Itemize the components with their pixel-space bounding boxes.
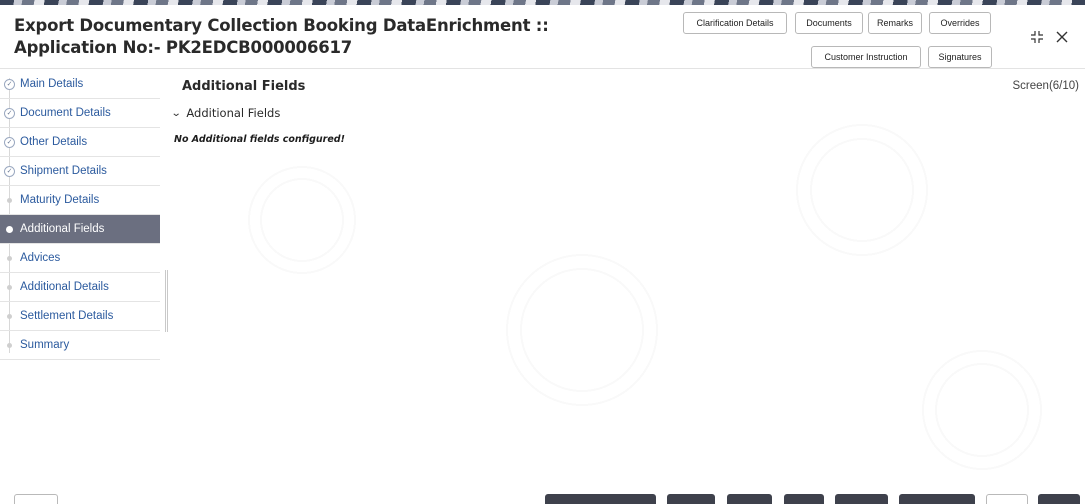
check-icon: ✓ — [4, 166, 15, 177]
footer-button-3[interactable] — [727, 494, 772, 504]
footer-button-5[interactable] — [835, 494, 888, 504]
sidebar-item-label: Main Details — [20, 78, 84, 90]
step-dot-icon — [7, 314, 12, 319]
check-icon: ✓ — [4, 137, 15, 148]
sidebar-item-additional-details[interactable]: Additional Details — [0, 273, 160, 302]
step-dot-icon — [7, 198, 12, 203]
sidebar-item-label: Other Details — [20, 136, 88, 148]
sidebar-item-shipment-details[interactable]: ✓ Shipment Details — [0, 157, 160, 186]
overrides-button[interactable]: Overrides — [929, 12, 991, 34]
sidebar-item-label: Additional Fields — [20, 223, 105, 235]
customer-instruction-button[interactable]: Customer Instruction — [811, 46, 921, 68]
sidebar-item-other-details[interactable]: ✓ Other Details — [0, 128, 160, 157]
main-content: Additional Fields Screen(6/10) ⌄ Additio… — [162, 70, 1085, 504]
additional-fields-accordion[interactable]: ⌄ Additional Fields — [170, 106, 281, 120]
footer-left-button[interactable] — [14, 494, 58, 504]
sidebar-item-document-details[interactable]: ✓ Document Details — [0, 99, 160, 128]
step-dot-icon — [7, 285, 12, 290]
accordion-title: Additional Fields — [186, 106, 281, 120]
documents-button[interactable]: Documents — [795, 12, 863, 34]
sidebar-item-settlement-details[interactable]: Settlement Details — [0, 302, 160, 331]
sidebar-nav: ✓ Main Details ✓ Document Details ✓ Othe… — [0, 70, 160, 504]
step-dot-icon — [6, 226, 13, 233]
step-dot-icon — [7, 256, 12, 261]
check-icon: ✓ — [4, 79, 15, 90]
footer-button-2[interactable] — [667, 494, 715, 504]
sidebar-item-advices[interactable]: Advices — [0, 244, 160, 273]
footer-button-1[interactable] — [545, 494, 656, 504]
clarification-details-button[interactable]: Clarification Details — [683, 12, 787, 34]
sidebar-item-maturity-details[interactable]: Maturity Details — [0, 186, 160, 215]
remarks-button[interactable]: Remarks — [868, 12, 922, 34]
sidebar-item-label: Advices — [20, 252, 61, 264]
sidebar-item-label: Maturity Details — [20, 194, 100, 206]
panel-resize-handle[interactable] — [165, 270, 168, 332]
chevron-down-icon: ⌄ — [170, 107, 182, 119]
check-icon: ✓ — [4, 108, 15, 119]
footer-button-6[interactable] — [899, 494, 975, 504]
header: Export Documentary Collection Booking Da… — [0, 5, 1085, 69]
sidebar-item-label: Shipment Details — [20, 165, 107, 177]
sidebar-item-summary[interactable]: Summary — [0, 331, 160, 360]
sidebar-item-label: Summary — [20, 339, 70, 351]
screen-indicator: Screen(6/10) — [1012, 80, 1079, 92]
step-dot-icon — [7, 343, 12, 348]
collapse-icon[interactable] — [1030, 30, 1044, 48]
footer-button-7[interactable] — [986, 494, 1028, 504]
page-title: Export Documentary Collection Booking Da… — [14, 16, 549, 57]
sidebar-item-label: Document Details — [20, 107, 111, 119]
empty-state-message: No Additional fields configured! — [174, 134, 345, 145]
signatures-button[interactable]: Signatures — [928, 46, 992, 68]
sidebar-item-main-details[interactable]: ✓ Main Details — [0, 70, 160, 99]
sidebar-item-label: Additional Details — [20, 281, 109, 293]
footer-button-4[interactable] — [784, 494, 824, 504]
footer-button-8[interactable] — [1038, 494, 1080, 504]
section-title: Additional Fields — [182, 79, 306, 94]
sidebar-item-label: Settlement Details — [20, 310, 114, 322]
close-icon[interactable] — [1055, 30, 1069, 48]
sidebar-item-additional-fields[interactable]: Additional Fields — [0, 215, 160, 244]
